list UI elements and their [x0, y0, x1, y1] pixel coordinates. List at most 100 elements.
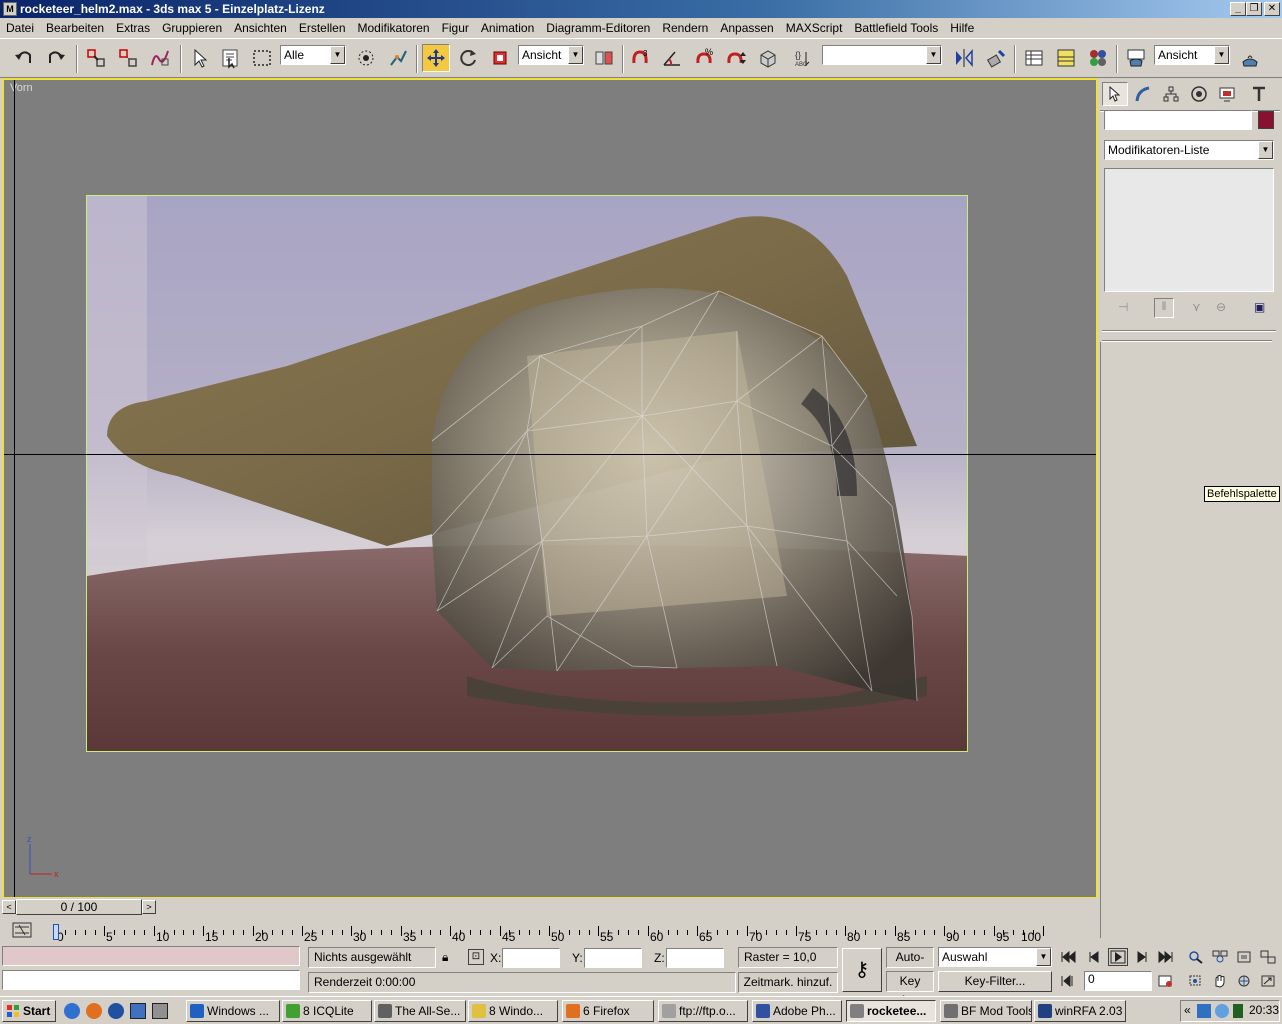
maximize-viewport-icon[interactable]: [1258, 972, 1278, 990]
app-icon[interactable]: M: [3, 2, 17, 16]
show-end-result-icon[interactable]: ‖: [1154, 298, 1174, 318]
set-key-button[interactable]: Key einst.: [886, 971, 934, 1007]
internet-explorer-icon[interactable]: [64, 1003, 80, 1019]
play-icon[interactable]: [1108, 948, 1128, 966]
firefox-icon[interactable]: [86, 1003, 102, 1019]
named-selection-sets-icon[interactable]: {} ABC: [790, 44, 818, 72]
menu-modifikatoren[interactable]: Modifikatoren: [352, 18, 436, 38]
unlink-icon[interactable]: [114, 44, 142, 72]
zoom-extents-all-icon[interactable]: [1258, 948, 1278, 966]
close-button[interactable]: ✕: [1264, 2, 1280, 16]
utilities-tab-icon[interactable]: [1246, 82, 1272, 106]
desktop-icon[interactable]: [130, 1003, 146, 1019]
max-icon[interactable]: [152, 1003, 168, 1019]
align-icon[interactable]: [982, 44, 1010, 72]
object-name-field[interactable]: [1104, 110, 1252, 130]
tray-network-icon[interactable]: [1197, 1004, 1211, 1018]
taskbar-item-explorer[interactable]: 8 Windo...: [468, 1000, 558, 1022]
tray-messenger-icon[interactable]: [1215, 1004, 1229, 1018]
taskbar-item-firefox[interactable]: 6 Firefox: [562, 1000, 654, 1022]
named-selection-dropdown[interactable]: ▼: [822, 45, 942, 65]
curve-editor-icon[interactable]: [1052, 44, 1080, 72]
tray-app-icon[interactable]: [1233, 1004, 1243, 1018]
selection-filter-dropdown[interactable]: Alle ▼: [280, 45, 346, 65]
display-tab-icon[interactable]: [1214, 82, 1240, 106]
go-to-start-icon[interactable]: [1058, 948, 1078, 966]
time-configuration-icon[interactable]: [1156, 972, 1176, 990]
set-key-big-button[interactable]: ⚷: [842, 948, 882, 992]
region-zoom-icon[interactable]: [1186, 972, 1206, 990]
select-and-rotate-icon[interactable]: [454, 44, 482, 72]
menu-diagramm-editoren[interactable]: Diagramm-Editoren: [540, 18, 656, 38]
remove-modifier-icon[interactable]: ⊖: [1216, 300, 1226, 314]
x-coordinate-field[interactable]: [502, 948, 560, 968]
track-bar[interactable]: 0 5 10 15 20 25 30 35 40 45 50 55 60 65 70 75 80 85 90 95 10…: [0, 916, 1098, 944]
taskbar-item-all-seeing[interactable]: The All-Se...: [374, 1000, 466, 1022]
pan-icon[interactable]: [1210, 972, 1230, 990]
menu-hilfe[interactable]: Hilfe: [944, 18, 980, 38]
select-and-manipulate-icon[interactable]: [384, 44, 412, 72]
menu-anpassen[interactable]: Anpassen: [714, 18, 779, 38]
auto-key-button[interactable]: Auto-Key: [886, 947, 934, 983]
snap-toggle-icon[interactable]: 3: [626, 44, 654, 72]
key-mode-toggle-icon[interactable]: [1058, 972, 1078, 990]
menu-datei[interactable]: Datei: [0, 18, 40, 38]
next-frame-arrow-icon[interactable]: >: [142, 900, 156, 914]
front-viewport[interactable]: Vorn z x: [2, 78, 1098, 899]
object-color-swatch[interactable]: [1258, 111, 1274, 129]
select-by-name-icon[interactable]: [216, 44, 244, 72]
menu-maxscript[interactable]: MAXScript: [780, 18, 849, 38]
taskbar-item-bf-mod-tools[interactable]: BF Mod Tools: [940, 1000, 1032, 1022]
edit-named-selection-icon[interactable]: [754, 44, 782, 72]
arc-rotate-icon[interactable]: [1234, 972, 1254, 990]
menu-ansichten[interactable]: Ansichten: [228, 18, 293, 38]
lock-icon[interactable]: 🔒︎: [442, 950, 448, 965]
make-unique-icon[interactable]: ⋎: [1192, 300, 1201, 314]
menu-bearbeiten[interactable]: Bearbeiten: [40, 18, 110, 38]
taskbar-item-windows[interactable]: Windows ...: [186, 1000, 280, 1022]
bind-space-warp-icon[interactable]: [146, 44, 174, 72]
layers-icon[interactable]: [1020, 44, 1048, 72]
timeline-current-frame-marker[interactable]: [53, 924, 59, 940]
quick-render-icon[interactable]: [1236, 44, 1264, 72]
hierarchy-tab-icon[interactable]: [1158, 82, 1184, 106]
menu-battlefield-tools[interactable]: Battlefield Tools: [848, 18, 944, 38]
taskbar-item-photoshop[interactable]: Adobe Ph...: [752, 1000, 842, 1022]
zoom-extents-icon[interactable]: [1234, 948, 1254, 966]
rectangular-selection-icon[interactable]: [248, 44, 276, 72]
create-tab-icon[interactable]: [1102, 82, 1128, 106]
render-scene-icon[interactable]: [1122, 44, 1150, 72]
configure-modifier-sets-icon[interactable]: ▣: [1254, 300, 1265, 314]
taskbar-item-winrfa[interactable]: winRFA 2.03: [1034, 1000, 1126, 1022]
minimize-button[interactable]: _: [1230, 2, 1246, 16]
menu-animation[interactable]: Animation: [475, 18, 540, 38]
mirror-icon[interactable]: [950, 44, 978, 72]
motion-tab-icon[interactable]: [1186, 82, 1212, 106]
menu-gruppieren[interactable]: Gruppieren: [156, 18, 228, 38]
reference-coord-dropdown[interactable]: Ansicht ▼: [518, 45, 584, 65]
current-frame-field[interactable]: 0: [1084, 971, 1152, 991]
redo-icon[interactable]: [42, 44, 70, 72]
media-player-icon[interactable]: [108, 1003, 124, 1019]
tray-expand-icon[interactable]: «: [1184, 1003, 1191, 1017]
key-mode-dropdown[interactable]: Auswahl ▼: [938, 947, 1052, 967]
undo-icon[interactable]: [10, 44, 38, 72]
select-object-icon[interactable]: [186, 44, 214, 72]
menu-extras[interactable]: Extras: [110, 18, 156, 38]
maxscript-listener-pink[interactable]: [2, 946, 300, 966]
modify-tab-icon[interactable]: [1130, 82, 1156, 106]
prev-frame-arrow-icon[interactable]: <: [2, 900, 16, 914]
menu-rendern[interactable]: Rendern: [656, 18, 714, 38]
next-frame-icon[interactable]: [1132, 948, 1152, 966]
angle-snap-icon[interactable]: [658, 44, 686, 72]
clock[interactable]: 20:33: [1249, 1003, 1279, 1017]
taskbar-item-3dsmax[interactable]: rocketee...: [846, 1000, 936, 1022]
modifier-stack[interactable]: [1104, 168, 1274, 292]
maxscript-listener-white[interactable]: [2, 970, 300, 990]
z-coordinate-field[interactable]: [666, 948, 724, 968]
y-coordinate-field[interactable]: [584, 948, 642, 968]
taskbar-item-ftp[interactable]: ftp://ftp.o...: [658, 1000, 748, 1022]
timeline-ruler[interactable]: 0 5 10 15 20 25 30 35 40 45 50 55 60 65 70 75 80 85 90 95 10…: [53, 916, 1045, 944]
material-editor-icon[interactable]: [1084, 44, 1112, 72]
add-time-tag-button[interactable]: Zeitmark. hinzuf.: [738, 972, 838, 993]
